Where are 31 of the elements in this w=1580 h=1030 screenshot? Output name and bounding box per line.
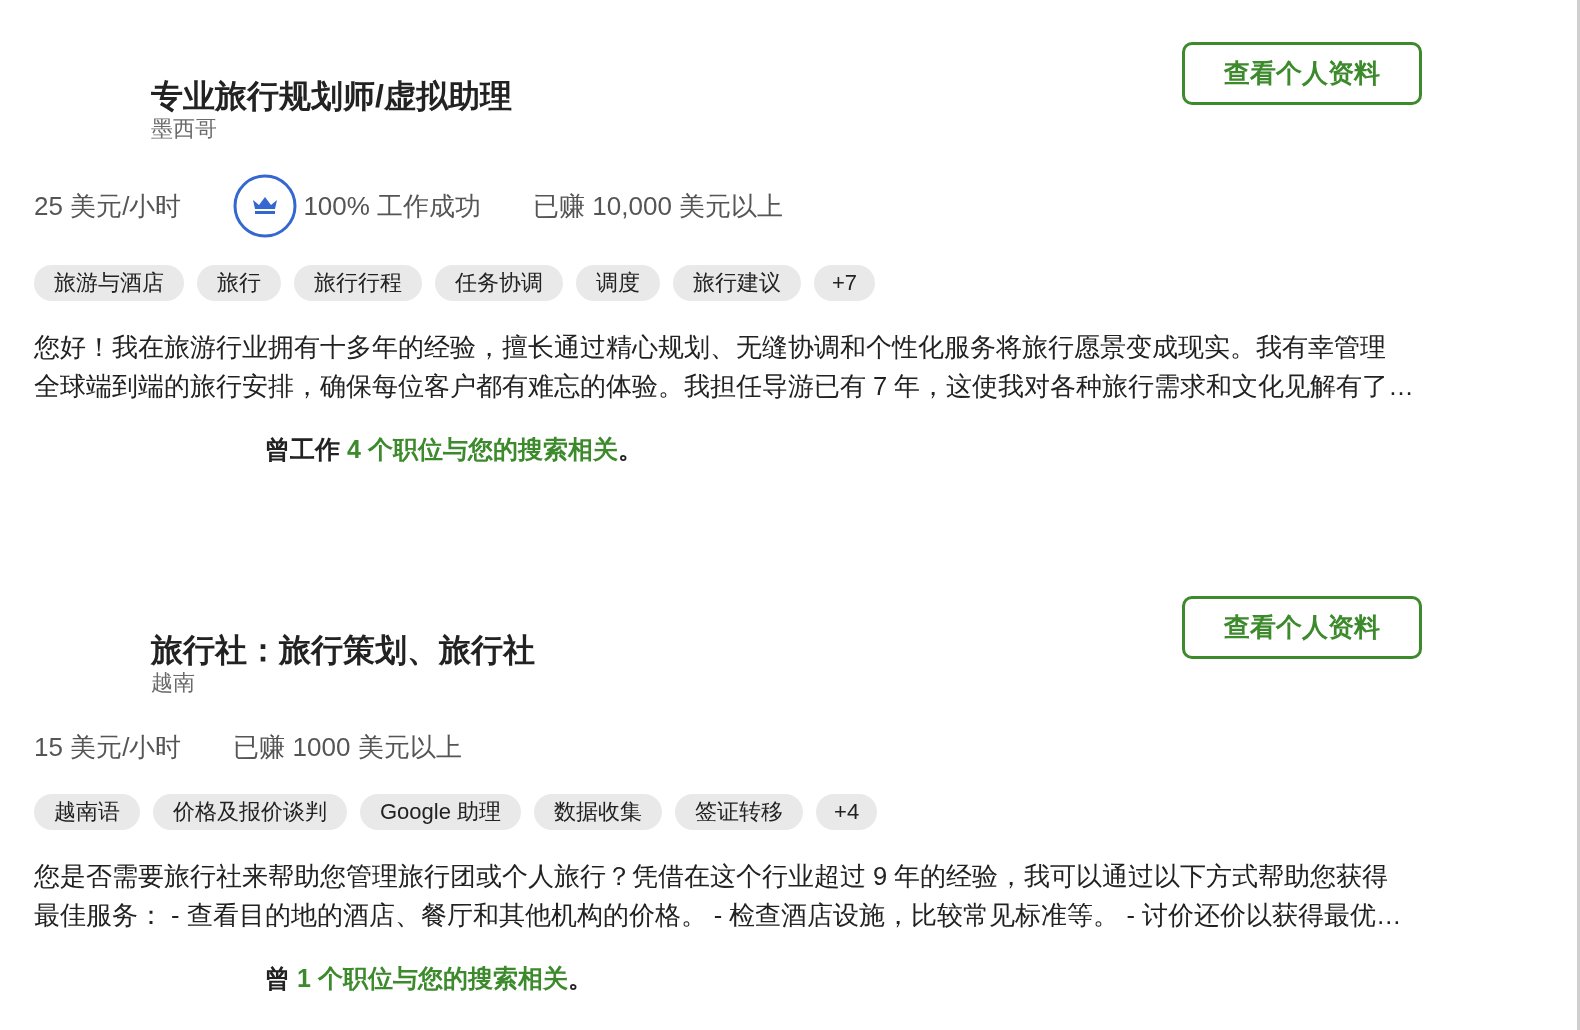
- hourly-rate-text: 25 美元/小时: [34, 189, 182, 223]
- related-jobs-text: 曾工作 4 个职位与您的搜索相关。: [265, 434, 644, 465]
- profile-title: 专业旅行规划师/虚拟助理: [151, 77, 512, 116]
- skill-tag[interactable]: 任务协调: [435, 265, 563, 301]
- skill-tag[interactable]: Google 助理: [360, 794, 522, 830]
- earnings-text: 已赚 1000 美元以上: [233, 731, 462, 764]
- profile-description: 您好！我在旅游行业拥有十多年的经验，擅长通过精心规划、无缝协调和个性化服务将旅行愿景变成现实。我有幸管理 全球端到端的旅行安排，确保每位客户都有难忘的体验。我担任导游已有 7 年，这使我对各种旅行需求和文化见解有了…: [34, 332, 1415, 402]
- location-text: 越南: [151, 670, 196, 696]
- more-skills-button[interactable]: +7: [814, 265, 876, 301]
- related-jobs-link[interactable]: 4 个职位与您的搜索相关: [347, 435, 618, 463]
- profile-title: 旅行社：旅行策划、旅行社: [151, 631, 535, 670]
- job-success-text: 100% 工作成功: [303, 189, 482, 223]
- skill-tag[interactable]: 数据收集: [534, 794, 663, 830]
- skill-tag[interactable]: 旅游与酒店: [34, 265, 184, 301]
- earnings-text: 已赚 10,000 美元以上: [533, 189, 784, 223]
- skill-tag[interactable]: 越南语: [34, 794, 140, 830]
- skill-tag[interactable]: 旅行: [197, 265, 281, 301]
- skill-tag[interactable]: 旅行行程: [294, 265, 422, 301]
- related-jobs-text: 曾 1 个职位与您的搜索相关。: [265, 963, 594, 994]
- location-text: 墨西哥: [151, 116, 218, 142]
- skill-tag[interactable]: 价格及报价谈判: [153, 794, 347, 830]
- related-jobs-link[interactable]: 1 个职位与您的搜索相关: [297, 964, 568, 992]
- profile-description: 您是否需要旅行社来帮助您管理旅行团或个人旅行？凭借在这个行业超过 9 年的经验，我可以通过以下方式帮助您获得 最佳服务： - 查看目的地的酒店、餐厅和其他机构的价格。 - 检查酒店设施，比较常见标准等。 - 讨价还价以获得最优…: [34, 861, 1403, 931]
- crown-badge-icon: [233, 174, 298, 238]
- more-skills-button[interactable]: +4: [816, 794, 878, 830]
- skill-tag[interactable]: 签证转移: [675, 794, 804, 830]
- view-profile-button[interactable]: 查看个人资料: [1182, 42, 1422, 105]
- skill-tag[interactable]: 调度: [576, 265, 660, 301]
- view-profile-button[interactable]: 查看个人资料: [1182, 596, 1422, 659]
- skill-tag[interactable]: 旅行建议: [673, 265, 801, 301]
- hourly-rate-text: 15 美元/小时: [34, 731, 182, 764]
